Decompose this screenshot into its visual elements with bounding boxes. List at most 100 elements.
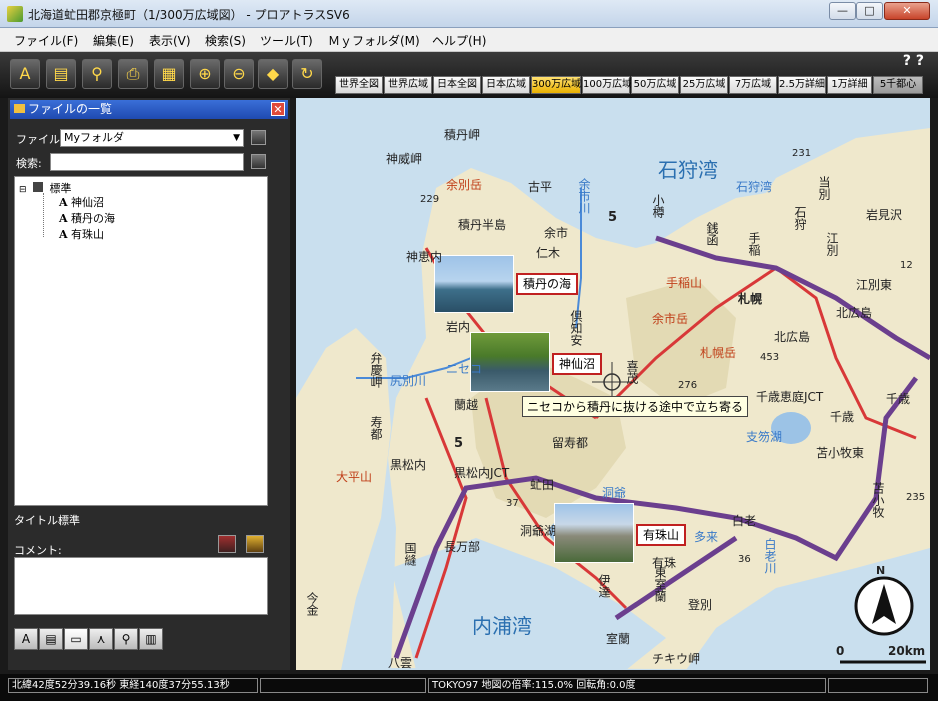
tab-scale-500k[interactable]: 50万広域 bbox=[631, 76, 679, 94]
map-label: 岩内 bbox=[446, 320, 471, 334]
file-select[interactable]: Myフォルダ ▼ bbox=[60, 129, 244, 147]
map-label: ニセコ bbox=[446, 362, 483, 376]
tab-scale-250k[interactable]: 25万広域 bbox=[680, 76, 728, 94]
route-shield: 235 bbox=[906, 492, 926, 503]
search-button[interactable] bbox=[251, 154, 266, 169]
map-label: 多来 bbox=[694, 530, 719, 544]
tab-compass[interactable]: ⋏ bbox=[89, 628, 113, 650]
shakotan-sea-photo[interactable] bbox=[434, 255, 514, 313]
menu-help[interactable]: ヘルプ(H) bbox=[432, 32, 486, 49]
menu-search[interactable]: 検索(S) bbox=[205, 32, 246, 49]
map-label: 北広島 bbox=[774, 330, 811, 344]
tree-item[interactable]: A 積丹の海 bbox=[59, 210, 115, 226]
close-button[interactable]: ✕ bbox=[884, 2, 930, 20]
map-label: 積丹半島 bbox=[458, 218, 507, 232]
map-label: 室蘭 bbox=[606, 632, 631, 646]
route-shield: 276 bbox=[678, 380, 698, 391]
document-icon[interactable]: ▤ bbox=[46, 59, 76, 89]
title-bar: 北海道虻田郡京極町（1/300万広域図） - プロアトラスSV6 — □ ✕ bbox=[0, 0, 938, 28]
map-view[interactable]: 積丹の海 神仙沼 ニセコから積丹に抜ける途中で立ち寄る 有珠山 積丹岬 神威岬 … bbox=[296, 98, 930, 670]
map-label: 手稲山 bbox=[666, 276, 703, 290]
map-label: 長万部 bbox=[444, 540, 481, 554]
map-label: 余市 bbox=[544, 226, 569, 240]
tree-item[interactable]: A 有珠山 bbox=[59, 226, 104, 242]
popup-usu-zan[interactable]: 有珠山 bbox=[636, 524, 687, 546]
minimize-button[interactable]: — bbox=[829, 2, 856, 20]
app-icon bbox=[7, 6, 23, 22]
tab-scale-japan-wide[interactable]: 日本広域 bbox=[482, 76, 530, 94]
maximize-button[interactable]: □ bbox=[856, 2, 883, 20]
compass-north-label: N bbox=[876, 564, 886, 577]
map-label: 大平山 bbox=[336, 470, 373, 484]
map-label: 苫小牧 bbox=[871, 482, 885, 518]
map-label: 積丹岬 bbox=[444, 128, 481, 142]
menu-view[interactable]: 表示(V) bbox=[149, 32, 191, 49]
menu-tools[interactable]: ツール(T) bbox=[260, 32, 313, 49]
zoom-out-icon[interactable]: ⊖ bbox=[224, 59, 254, 89]
route-shield: 453 bbox=[760, 352, 780, 363]
popup-shinsen-numa[interactable]: 神仙沼 bbox=[552, 353, 603, 375]
file-label: ファイル: bbox=[16, 133, 64, 146]
map-label: 洞爺 bbox=[602, 486, 627, 500]
eraser-icon[interactable]: ◆ bbox=[258, 59, 288, 89]
rotate-icon[interactable]: ↻ bbox=[292, 59, 322, 89]
map-label: 江別東 bbox=[856, 278, 893, 292]
map-label: 国縫 bbox=[403, 542, 417, 566]
popup-shakotan-sea[interactable]: 積丹の海 bbox=[516, 273, 579, 295]
map-label: 当別 bbox=[817, 176, 831, 200]
search-label: 検索: bbox=[16, 157, 42, 170]
zoom-in-icon[interactable]: ⊕ bbox=[190, 59, 220, 89]
map-label: 仁木 bbox=[536, 246, 561, 260]
folder-browse-button[interactable] bbox=[251, 130, 266, 145]
map-label: 伊達 bbox=[597, 574, 611, 598]
map-label: 登別 bbox=[688, 598, 713, 612]
comment-textarea[interactable] bbox=[14, 557, 268, 615]
map-label: 千歳 bbox=[886, 392, 911, 406]
edit-memo-button[interactable] bbox=[246, 535, 264, 553]
menu-myfolder[interactable]: Ｍｙフォルダ(M) bbox=[328, 32, 420, 49]
tab-atlas[interactable]: A bbox=[14, 628, 38, 650]
tab-scale-5k[interactable]: 5千都心 bbox=[873, 76, 923, 94]
tree-item[interactable]: A 神仙沼 bbox=[59, 194, 104, 210]
comment-label: コメント: bbox=[14, 544, 62, 557]
scale-zero-label: 0 bbox=[836, 644, 845, 658]
tab-list[interactable]: ▥ bbox=[139, 628, 163, 650]
status-map-info: TOKYO97 地図の倍率:115.0% 回転角:0.0度 bbox=[428, 678, 826, 693]
atlas-icon[interactable]: A bbox=[10, 59, 40, 89]
help-icon[interactable]: ? ? bbox=[903, 53, 924, 69]
tab-scale-1m[interactable]: 100万広域 bbox=[582, 76, 632, 94]
title-label: タイトル: bbox=[14, 514, 62, 527]
usu-zan-photo[interactable] bbox=[554, 503, 634, 563]
map-label: 内浦湾 bbox=[472, 614, 532, 638]
search-input[interactable] bbox=[50, 153, 244, 171]
tab-scale-70k[interactable]: 7万広域 bbox=[729, 76, 777, 94]
map-label: 余市川 bbox=[577, 178, 591, 214]
route-shield: 36 bbox=[738, 554, 751, 565]
tab-scale-world-full[interactable]: 世界全図 bbox=[335, 76, 383, 94]
map-label: 東室蘭 bbox=[653, 566, 667, 602]
tab-scale-japan-full[interactable]: 日本全図 bbox=[433, 76, 481, 94]
grid-icon[interactable]: ▦ bbox=[154, 59, 184, 89]
menu-edit[interactable]: 編集(E) bbox=[93, 32, 134, 49]
tab-scale-world-wide[interactable]: 世界広域 bbox=[384, 76, 432, 94]
panel-header: ファイルの一覧 ✕ bbox=[10, 100, 288, 119]
tab-files[interactable]: ▭ bbox=[64, 628, 88, 650]
memo-icon: A bbox=[59, 212, 68, 225]
panel-close-button[interactable]: ✕ bbox=[271, 102, 285, 116]
tab-scale-3m[interactable]: 300万広域 bbox=[531, 76, 581, 94]
tab-documents[interactable]: ▤ bbox=[39, 628, 63, 650]
tab-scale-10k[interactable]: 1万詳細 bbox=[827, 76, 872, 94]
panel-title: ファイルの一覧 bbox=[28, 102, 113, 116]
tab-scale-25k[interactable]: 2.5万詳細 bbox=[778, 76, 826, 94]
delete-memo-button[interactable] bbox=[218, 535, 236, 553]
route-icon[interactable]: ⚲ bbox=[82, 59, 112, 89]
map-label: 八雲 bbox=[388, 656, 413, 670]
map-label: チキウ岬 bbox=[652, 652, 701, 666]
book-icon bbox=[33, 182, 44, 192]
map-label: 江別 bbox=[825, 232, 839, 256]
map-label: 倶知安 bbox=[569, 310, 583, 346]
map-label: 石狩 bbox=[793, 206, 807, 230]
tab-route[interactable]: ⚲ bbox=[114, 628, 138, 650]
menu-file[interactable]: ファイル(F) bbox=[14, 32, 78, 49]
print-icon[interactable]: ⎙ bbox=[118, 59, 148, 89]
